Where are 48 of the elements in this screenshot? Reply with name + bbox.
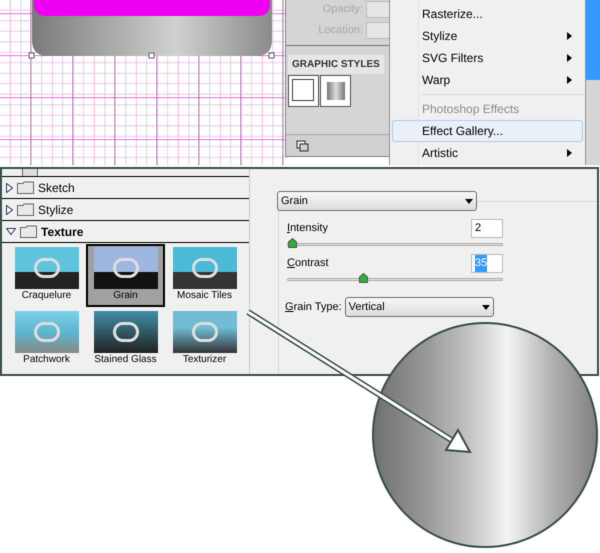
filter-thumbnail (14, 247, 78, 289)
collapsed-triangle-icon (6, 182, 13, 192)
submenu-arrow-icon (567, 54, 572, 62)
input-field[interactable] (366, 22, 390, 39)
category-row[interactable]: Texture (2, 221, 249, 243)
slider-thumb[interactable] (288, 238, 298, 248)
filter-thumbnail (94, 311, 158, 353)
filter-tile[interactable]: Patchwork (7, 308, 86, 371)
filter-tile[interactable]: Texturizer (165, 308, 244, 371)
menu-item[interactable]: Effect Gallery... (392, 120, 583, 142)
caret-icon (482, 304, 490, 310)
category-row[interactable]: Sketch (2, 177, 249, 199)
new-style-icon[interactable] (296, 140, 310, 152)
input-field[interactable] (366, 1, 390, 18)
filter-tile[interactable]: Mosaic Tiles (165, 244, 244, 307)
filter-tile[interactable]: Craquelure (7, 244, 86, 307)
filter-thumbnail (14, 311, 78, 353)
menu-item[interactable]: Stylize (392, 25, 583, 47)
filter-thumbnail (172, 311, 236, 353)
folder-icon (22, 169, 38, 176)
filter-tile[interactable]: Grain (86, 244, 165, 307)
slider-label: Contrast (287, 256, 329, 272)
menu-item[interactable]: SVG Filters (392, 47, 583, 69)
filter-dropdown[interactable]: Grain (277, 191, 477, 211)
filter-thumbnail (172, 247, 236, 289)
category-row[interactable]: Stylize (2, 199, 249, 221)
folder-icon (17, 181, 34, 194)
menu-item[interactable]: Warp (392, 69, 583, 91)
filter-tile[interactable]: Stained Glass (86, 308, 165, 371)
submenu-arrow-icon (567, 76, 572, 84)
menu-item[interactable]: Artistic (392, 142, 583, 164)
panel-tab[interactable]: GRAPHIC STYLES (288, 55, 384, 74)
submenu-arrow-icon (567, 149, 572, 157)
folder-icon (20, 225, 37, 238)
caret-icon (465, 198, 473, 204)
style-swatch[interactable] (320, 75, 351, 107)
collapsed-triangle-icon (6, 204, 13, 214)
menu-item[interactable]: Rasterize... (392, 3, 583, 25)
number-field[interactable]: 2 (471, 219, 503, 238)
slider-label: Intensity (287, 221, 328, 236)
folder-icon (17, 203, 34, 216)
grain-type-label: Grain Type: (285, 300, 342, 315)
grain-type-dropdown[interactable]: Vertical (344, 297, 494, 317)
filter-thumbnail (94, 247, 158, 289)
style-swatch[interactable] (288, 75, 319, 107)
submenu-arrow-icon (567, 32, 572, 40)
expanded-triangle-icon (6, 228, 16, 235)
slider-thumb[interactable] (358, 273, 368, 283)
